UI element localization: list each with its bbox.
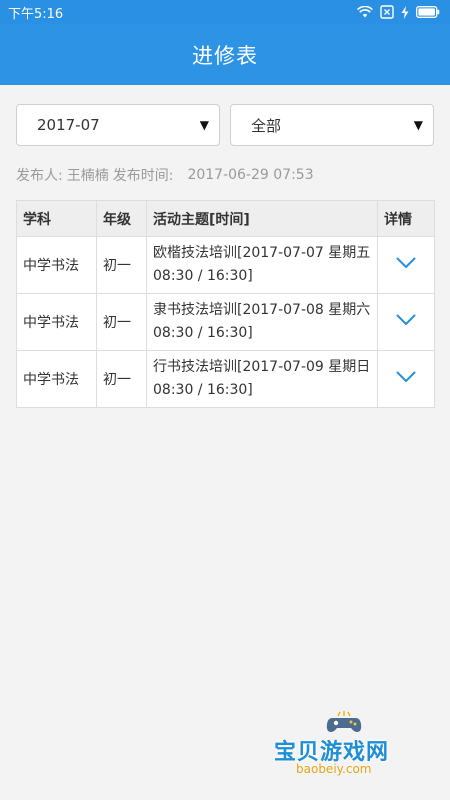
cell-subject: 中学书法 [16,350,97,408]
watermark: 宝贝游戏网 baobeiy.com [268,710,416,782]
publisher-label: 发布人: [16,168,63,184]
watermark-url: baobeiy.com [296,762,372,776]
page-title: 进修表 [192,43,258,68]
month-select-value: 2017-07 [37,116,100,134]
dropdown-arrow-icon: ▼ [413,118,423,132]
status-time: 下午5:16 [8,6,64,22]
cell-topic: 隶书技法培训[2017-07-08 星期六 08:30 / 16:30] [146,293,378,351]
sim-disabled-icon [380,5,394,19]
dropdown-arrow-icon: ▼ [199,118,209,132]
column-header-grade: 年级 [96,200,147,237]
column-header-detail: 详情 [377,200,435,237]
app-bar: 进修表 [0,24,450,85]
category-select-value: 全部 [251,116,282,135]
status-bar: 下午5:16 [0,0,450,24]
table-row: 中学书法 初一 隶书技法培训[2017-07-08 星期六 08:30 / 16… [16,293,435,351]
publish-time: 2017-06-29 07:53 [187,167,314,183]
cell-grade: 初一 [96,293,147,351]
table-header-row: 学科 年级 活动主题[时间] 详情 [16,200,435,237]
chevron-down-icon [396,314,416,325]
publisher-name: 王楠楠 [66,168,109,184]
cell-grade: 初一 [96,350,147,408]
expand-detail-button[interactable] [377,350,435,408]
cell-subject: 中学书法 [16,293,97,351]
expand-detail-button[interactable] [377,293,435,351]
publish-time-label: 发布时间: [112,168,174,184]
column-header-topic: 活动主题[时间] [146,200,378,237]
cell-topic: 欧楷技法培训[2017-07-07 星期五 08:30 / 16:30] [146,236,378,294]
wifi-icon [357,6,373,18]
schedule-table-container: 学科 年级 活动主题[时间] 详情 中学书法 初一 欧楷技法培训[2017-07… [16,200,435,408]
chevron-down-icon [396,371,416,382]
gamepad-logo-icon [326,711,362,732]
schedule-table: 学科 年级 活动主题[时间] 详情 中学书法 初一 欧楷技法培训[2017-07… [16,200,435,408]
cell-grade: 初一 [96,236,147,294]
expand-detail-button[interactable] [377,236,435,294]
cell-topic: 行书技法培训[2017-07-09 星期日 08:30 / 16:30] [146,350,378,408]
publish-info: 发布人: 王楠楠 发布时间: 2017-06-29 07:53 [0,146,450,190]
charging-icon [401,5,409,19]
column-header-subject: 学科 [16,200,97,237]
status-icons [357,5,440,19]
filter-bar: 2017-07 ▼ 全部 ▼ [0,85,450,146]
category-select[interactable]: 全部 ▼ [230,104,434,146]
month-select[interactable]: 2017-07 ▼ [16,104,220,146]
cell-subject: 中学书法 [16,236,97,294]
battery-icon [416,6,440,18]
chevron-down-icon [396,257,416,268]
table-row: 中学书法 初一 欧楷技法培训[2017-07-07 星期五 08:30 / 16… [16,236,435,294]
table-row: 中学书法 初一 行书技法培训[2017-07-09 星期日 08:30 / 16… [16,350,435,408]
